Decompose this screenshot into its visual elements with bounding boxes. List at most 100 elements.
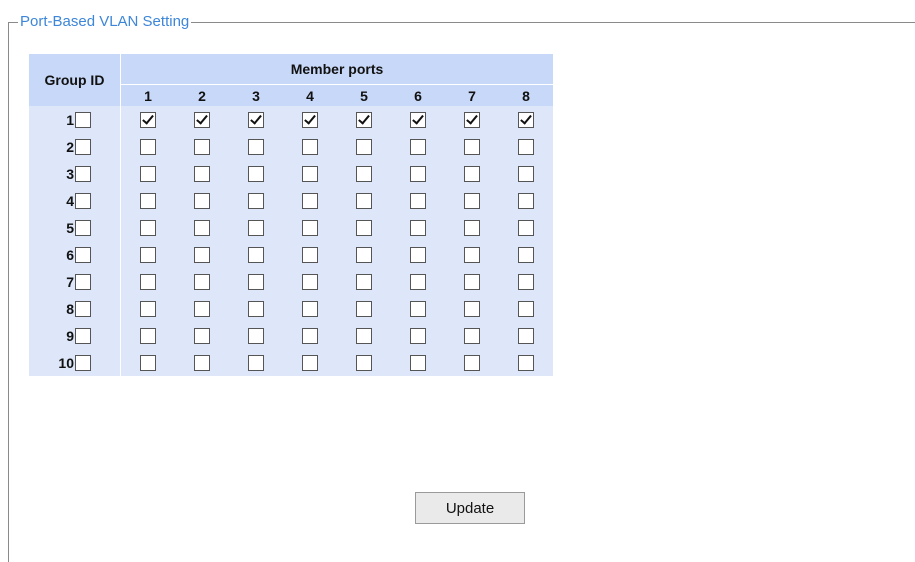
- member-port-3-checkbox[interactable]: [248, 193, 264, 210]
- member-port-7-checkbox[interactable]: [464, 301, 480, 318]
- member-port-4-checkbox[interactable]: [302, 193, 318, 210]
- member-port-8-checkbox[interactable]: [518, 274, 534, 291]
- member-port-3-checkbox[interactable]: [248, 112, 264, 129]
- member-port-5-checkbox[interactable]: [356, 220, 372, 237]
- table-row: 3: [29, 160, 553, 187]
- member-port-1-checkbox[interactable]: [140, 328, 156, 345]
- member-port-6-checkbox[interactable]: [410, 139, 426, 156]
- member-port-4-checkbox[interactable]: [302, 274, 318, 291]
- member-port-4-checkbox[interactable]: [302, 139, 318, 156]
- member-port-2-checkbox[interactable]: [194, 166, 210, 183]
- member-port-3-checkbox[interactable]: [248, 301, 264, 318]
- group-select-checkbox[interactable]: [75, 327, 91, 344]
- member-port-5-checkbox[interactable]: [356, 274, 372, 291]
- member-port-1-checkbox[interactable]: [140, 301, 156, 318]
- group-select-checkbox[interactable]: [75, 192, 91, 209]
- member-port-2-checkbox[interactable]: [194, 139, 210, 156]
- member-port-4-checkbox[interactable]: [302, 301, 318, 318]
- member-port-5-checkbox[interactable]: [356, 193, 372, 210]
- member-port-cell: [445, 322, 499, 349]
- member-port-6-checkbox[interactable]: [410, 112, 426, 129]
- member-port-5-checkbox[interactable]: [356, 328, 372, 345]
- member-port-1-checkbox[interactable]: [140, 166, 156, 183]
- member-port-5-checkbox[interactable]: [356, 166, 372, 183]
- member-port-2-checkbox[interactable]: [194, 220, 210, 237]
- member-port-7-checkbox[interactable]: [464, 220, 480, 237]
- member-port-4-checkbox[interactable]: [302, 355, 318, 372]
- member-port-8-checkbox[interactable]: [518, 247, 534, 264]
- member-port-1-checkbox[interactable]: [140, 247, 156, 264]
- member-port-5-checkbox[interactable]: [356, 355, 372, 372]
- member-port-8-checkbox[interactable]: [518, 220, 534, 237]
- member-port-3-checkbox[interactable]: [248, 220, 264, 237]
- member-port-3-checkbox[interactable]: [248, 166, 264, 183]
- member-port-cell: [499, 349, 553, 376]
- member-port-6-checkbox[interactable]: [410, 355, 426, 372]
- group-select-checkbox[interactable]: [75, 273, 91, 290]
- member-port-2-checkbox[interactable]: [194, 247, 210, 264]
- group-select-checkbox[interactable]: [75, 219, 91, 236]
- member-port-6-checkbox[interactable]: [410, 193, 426, 210]
- member-port-7-checkbox[interactable]: [464, 193, 480, 210]
- member-port-5-checkbox[interactable]: [356, 301, 372, 318]
- member-port-1-checkbox[interactable]: [140, 193, 156, 210]
- member-port-7-checkbox[interactable]: [464, 247, 480, 264]
- group-id-label: 1: [66, 111, 74, 128]
- table-row: 7: [29, 268, 553, 295]
- member-port-3-checkbox[interactable]: [248, 328, 264, 345]
- member-port-6-checkbox[interactable]: [410, 220, 426, 237]
- member-port-6-checkbox[interactable]: [410, 301, 426, 318]
- update-button[interactable]: Update: [415, 492, 525, 524]
- member-port-5-checkbox[interactable]: [356, 139, 372, 156]
- member-port-8-checkbox[interactable]: [518, 301, 534, 318]
- member-port-2-checkbox[interactable]: [194, 274, 210, 291]
- group-select-checkbox[interactable]: [75, 138, 91, 155]
- member-port-4-checkbox[interactable]: [302, 166, 318, 183]
- member-port-8-checkbox[interactable]: [518, 166, 534, 183]
- group-select-checkbox[interactable]: [75, 111, 91, 128]
- member-port-7-checkbox[interactable]: [464, 355, 480, 372]
- member-port-1-checkbox[interactable]: [140, 139, 156, 156]
- member-port-6-checkbox[interactable]: [410, 274, 426, 291]
- member-port-7-checkbox[interactable]: [464, 166, 480, 183]
- member-port-2-checkbox[interactable]: [194, 301, 210, 318]
- member-port-8-checkbox[interactable]: [518, 328, 534, 345]
- member-port-3-checkbox[interactable]: [248, 355, 264, 372]
- group-select-checkbox[interactable]: [75, 246, 91, 263]
- member-port-7-checkbox[interactable]: [464, 274, 480, 291]
- member-port-5-checkbox[interactable]: [356, 247, 372, 264]
- member-port-7-checkbox[interactable]: [464, 328, 480, 345]
- member-port-7-checkbox[interactable]: [464, 112, 480, 129]
- member-port-7-checkbox[interactable]: [464, 139, 480, 156]
- port-header-6: 6: [391, 85, 445, 106]
- member-port-2-checkbox[interactable]: [194, 328, 210, 345]
- member-port-4-checkbox[interactable]: [302, 112, 318, 129]
- member-port-8-checkbox[interactable]: [518, 355, 534, 372]
- member-port-2-checkbox[interactable]: [194, 112, 210, 129]
- member-port-4-checkbox[interactable]: [302, 247, 318, 264]
- member-port-2-checkbox[interactable]: [194, 193, 210, 210]
- member-port-8-checkbox[interactable]: [518, 112, 534, 129]
- member-port-3-checkbox[interactable]: [248, 247, 264, 264]
- member-port-4-checkbox[interactable]: [302, 220, 318, 237]
- member-port-1-checkbox[interactable]: [140, 355, 156, 372]
- member-port-cell: [283, 268, 337, 295]
- member-port-6-checkbox[interactable]: [410, 328, 426, 345]
- member-port-6-checkbox[interactable]: [410, 166, 426, 183]
- member-port-5-checkbox[interactable]: [356, 112, 372, 129]
- member-port-8-checkbox[interactable]: [518, 139, 534, 156]
- member-port-8-checkbox[interactable]: [518, 193, 534, 210]
- member-port-6-checkbox[interactable]: [410, 247, 426, 264]
- member-port-3-checkbox[interactable]: [248, 139, 264, 156]
- group-select-checkbox[interactable]: [75, 165, 91, 182]
- member-port-cell: [175, 322, 229, 349]
- group-select-checkbox[interactable]: [75, 300, 91, 317]
- member-port-3-checkbox[interactable]: [248, 274, 264, 291]
- member-port-1-checkbox[interactable]: [140, 112, 156, 129]
- member-port-1-checkbox[interactable]: [140, 274, 156, 291]
- member-port-2-checkbox[interactable]: [194, 355, 210, 372]
- member-port-4-checkbox[interactable]: [302, 328, 318, 345]
- group-select-checkbox[interactable]: [75, 354, 91, 371]
- member-port-1-checkbox[interactable]: [140, 220, 156, 237]
- member-port-cell: [175, 133, 229, 160]
